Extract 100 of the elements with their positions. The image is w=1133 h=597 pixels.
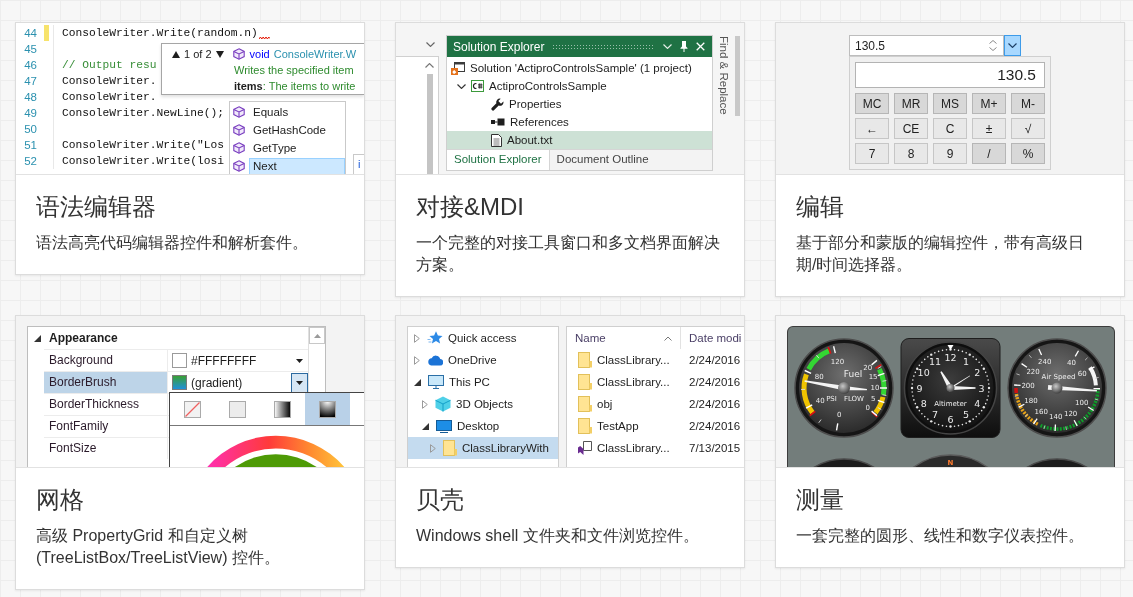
triangle-right-icon[interactable] — [422, 399, 428, 409]
dial-number: 7 — [932, 409, 938, 421]
property-value[interactable]: #FFFFFFFF — [191, 353, 257, 368]
needle-hub — [1051, 382, 1063, 394]
monitor-icon — [436, 418, 452, 434]
tool-window-title: Solution Explorer — [453, 39, 545, 54]
dropdown-button[interactable] — [291, 372, 308, 393]
pin-icon[interactable] — [680, 41, 688, 52]
triangle-down-icon[interactable] — [422, 422, 429, 430]
cube-icon — [233, 160, 245, 172]
line-number: 45 — [23, 43, 37, 55]
dial-number: 1 — [963, 355, 969, 367]
chevron-down-icon[interactable] — [457, 83, 466, 89]
dial-number: 3 — [978, 382, 985, 394]
file-name[interactable]: TestApp — [567, 418, 681, 434]
category-header[interactable]: Appearance — [28, 327, 308, 349]
calculator-key[interactable]: MR — [894, 93, 928, 114]
calculator-display: 130.5 — [855, 62, 1045, 88]
tree-item[interactable]: OneDrive — [408, 349, 558, 371]
property-name[interactable]: Background — [44, 350, 168, 371]
scroll-up-button[interactable] — [309, 327, 325, 344]
tree-item[interactable]: About.txt — [447, 131, 712, 149]
triangle-right-icon[interactable] — [414, 333, 420, 343]
chevron-up-icon[interactable] — [425, 63, 434, 68]
feature-card[interactable]: Appearance Background #FFFFFFFF BorderBrush (gradient) BorderThickness FontFamily FontSize 网格 高级 PropertyGrid 和自定义树 (TreeListBox/TreeListView) 控件。 — [15, 315, 365, 590]
scrollbar-thumb[interactable] — [735, 36, 740, 116]
calculator-key[interactable]: % — [1011, 143, 1045, 164]
line-number: 44 — [23, 27, 37, 39]
feature-card[interactable]: 130.5 130.5 MC MR MS M+ M- ← CE C ± √ 7 8 9 / % 编辑 基于部分和蒙版的编辑控件，带有高级日期/时间选择器。 — [775, 22, 1125, 297]
folder-icon — [578, 374, 592, 390]
brush-type-button[interactable] — [305, 393, 350, 425]
completion-item[interactable]: Equals — [249, 103, 345, 121]
up-triangle-icon[interactable] — [172, 50, 180, 58]
cube-icon — [435, 396, 451, 412]
close-icon[interactable] — [696, 42, 705, 51]
caret-down-icon — [296, 358, 303, 363]
tree-item[interactable]: ClassLibraryWith — [408, 437, 558, 459]
tab[interactable]: Document Outline — [549, 150, 656, 170]
file-date: 7/13/2015 — [688, 442, 742, 454]
completion-item[interactable]: GetType — [249, 139, 345, 157]
property-name[interactable]: BorderBrush — [44, 372, 168, 393]
card-title: 贝壳 — [416, 485, 465, 515]
keyword-text: void — [249, 48, 270, 60]
calculator-key[interactable]: C — [933, 118, 967, 139]
triangle-down-icon[interactable] — [414, 378, 421, 386]
file-name[interactable]: ClassLibrary... — [567, 441, 681, 455]
card-title: 语法编辑器 — [36, 192, 157, 222]
summary-text: Writes the specified item — [234, 64, 354, 76]
tree-item[interactable]: Desktop — [408, 415, 558, 437]
file-name[interactable]: obj — [567, 396, 681, 412]
scrollbar-thumb[interactable] — [426, 74, 433, 174]
color-wheel[interactable] — [207, 435, 345, 467]
feature-card[interactable] — [15, 22, 365, 275]
calculator-key[interactable]: 9 — [933, 143, 967, 164]
feature-card[interactable] — [395, 315, 745, 568]
property-name[interactable]: BorderThickness — [44, 394, 168, 415]
tree-item[interactable]: References — [447, 113, 712, 131]
down-triangle-icon[interactable] — [215, 50, 224, 58]
tree-item[interactable]: Solution 'ActiproControlsSample' (1 project) — [447, 59, 712, 77]
feature-card[interactable]: Solution Explorer Solution 'ActiproControlsSample' (1 project) ActiproControlsSample Properties References About.txt Solution Explorer Document Outline Find & Replace 对接&MDI 一个完整的对接工具窗口和多文档界面解决方案。 — [395, 22, 745, 297]
calculator-key[interactable]: / — [972, 143, 1006, 164]
tree-item[interactable]: 3D Objects — [408, 393, 558, 415]
completion-item[interactable]: Next — [249, 157, 345, 174]
dial-number: 4 — [974, 398, 981, 409]
column-header[interactable]: Name — [567, 327, 681, 349]
csharp-icon — [471, 80, 484, 92]
calculator-key[interactable]: 7 — [855, 143, 889, 164]
completion-item[interactable]: GetHashCode — [249, 121, 345, 139]
side-tab[interactable]: Find & Replace — [718, 36, 730, 116]
file-name[interactable]: ClassLibrary... — [567, 352, 681, 368]
calculator-key[interactable]: 8 — [894, 143, 928, 164]
code-line: ConsoleWriter.NewLine(); — [62, 107, 225, 119]
folder-icon — [578, 352, 592, 368]
calculator-key[interactable]: CE — [894, 118, 928, 139]
property-value[interactable]: (gradient) — [191, 375, 243, 390]
file-name[interactable]: ClassLibrary... — [567, 374, 681, 390]
tab[interactable]: Solution Explorer — [447, 150, 550, 170]
tree-item[interactable]: This PC — [408, 371, 558, 393]
calculator-key[interactable]: M+ — [972, 93, 1006, 114]
calculator-key[interactable]: √ — [1011, 118, 1045, 139]
column-header[interactable]: Date modi — [681, 327, 744, 349]
property-name[interactable]: FontSize — [44, 438, 168, 459]
card-description: Windows shell 文件夹和文件浏览控件。 — [416, 526, 700, 546]
quick-info-popup: i — [353, 154, 364, 174]
calculator-key[interactable]: ± — [972, 118, 1006, 139]
number-field[interactable]: 130.5 — [849, 35, 1004, 56]
calculator-key[interactable]: MC — [855, 93, 889, 114]
tree-item[interactable]: Properties — [447, 95, 712, 113]
tree-item[interactable]: ActiproControlsSample — [447, 77, 712, 95]
triangle-right-icon[interactable] — [414, 355, 420, 365]
calculator-key[interactable]: ← — [855, 118, 889, 139]
code-comment: // Output resu — [62, 59, 157, 71]
card-title: 网格 — [36, 485, 85, 515]
tree-item[interactable]: Quick access — [408, 327, 558, 349]
property-name[interactable]: FontFamily — [44, 416, 168, 437]
calculator-key[interactable]: M- — [1011, 93, 1045, 114]
calculator-key[interactable]: MS — [933, 93, 967, 114]
caret-up-icon — [313, 333, 321, 338]
signature-text: ConsoleWriter.W — [273, 48, 357, 60]
chevron-up-icon[interactable] — [989, 40, 997, 44]
